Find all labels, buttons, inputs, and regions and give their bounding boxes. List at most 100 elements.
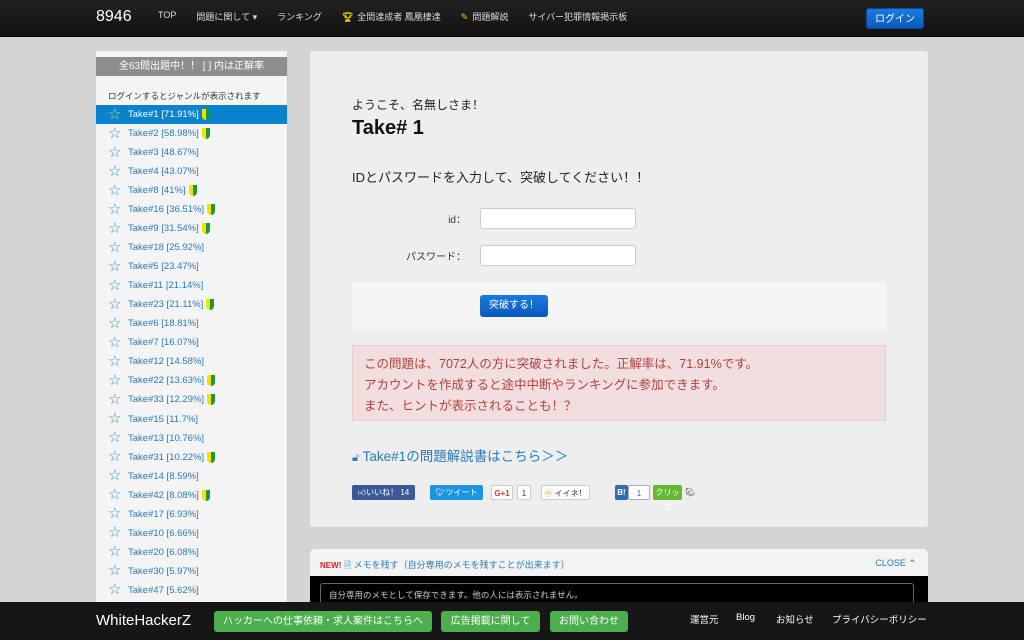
sidebar-item-take[interactable]: ☆ Take#23 [21.11%] [96,295,287,314]
sidebar-item-take[interactable]: ☆ Take#16 [36.51%] [96,200,287,219]
sidebar-item-label: Take#33 [12.29%] [128,394,205,406]
footer: WhiteHackerZ ハッカーへの仕事依頼・求人案件はこちらへ 広告掲載に関… [0,602,1024,640]
sidebar-item-take[interactable]: ☆ Take#7 [16.07%] [96,333,287,352]
star-icon[interactable]: ☆ [108,468,122,483]
footer-link-operator[interactable]: 運営元 [690,612,719,626]
sidebar-item-take[interactable]: ☆ Take#30 [5.97%] [96,562,287,581]
id-input[interactable] [480,208,636,229]
star-icon[interactable]: ☆ [108,563,122,578]
solution-link[interactable]: 🔓︎ Take#1の問題解説書はこちら＞＞ [352,445,568,465]
star-icon[interactable]: ☆ [108,373,122,388]
star-icon[interactable]: ☆ [108,544,122,559]
contact-button[interactable]: お問い合わせ [550,611,628,632]
top-navbar: 8946 TOP 問題に関して ▾ ランキング 🏆︎ 全問達成者 鳳凰棲達 ✎ 問題… [0,0,1024,37]
star-icon[interactable]: ☆ [108,411,122,426]
sidebar-item-take[interactable]: ☆ Take#42 [8.08%] [96,486,287,505]
sidebar-item-take[interactable]: ☆ Take#17 [6.93%] [96,505,287,524]
star-icon[interactable]: ☆ [108,430,122,445]
star-icon[interactable]: ☆ [108,145,122,160]
memo-icon: 🗎 [343,560,352,570]
sidebar-item-take[interactable]: ☆ Take#1 [71.91%] [96,105,287,125]
nav-solutions[interactable]: ✎ 問題解説 [461,10,509,23]
sidebar-item-take[interactable]: ☆ Take#14 [8.59%] [96,467,287,486]
star-icon[interactable]: ☆ [108,354,122,369]
sidebar-item-take[interactable]: ☆ Take#31 [10.22%] [96,448,287,467]
sidebar-item-take[interactable]: ☆ Take#9 [31.54%] [96,219,287,238]
sidebar-item-label: Take#13 [10.76%] [128,432,205,444]
star-icon[interactable]: ☆ [108,392,122,407]
tweet-button[interactable]: 🐦︎ツイート [430,485,483,500]
star-icon[interactable]: ☆ [108,202,122,217]
sidebar-item-take[interactable]: ☆ Take#12 [14.58%] [96,352,287,371]
star-icon[interactable]: ☆ [108,183,122,198]
page-title: Take# 1 [352,117,424,139]
unlock-icon: 🔓︎ [352,452,360,464]
star-icon[interactable]: ☆ [108,107,122,122]
star-icon[interactable]: ☆ [108,221,122,236]
star-icon[interactable]: ☆ [108,487,122,502]
sidebar-item-take[interactable]: ☆ Take#20 [6.08%] [96,543,287,562]
sidebar-item-label: Take#47 [5.62%] [128,584,199,596]
like-label: いいね！ [366,488,399,497]
hatena-bookmark-button[interactable]: B! [615,485,628,500]
alert-line: この問題は、7072人の方に突破されました。正解率は、71.91%です。 [364,357,758,371]
evernote-clip-button[interactable]: クリップ [653,485,682,512]
password-label: パスワード： [406,252,466,263]
star-icon[interactable]: ☆ [108,335,122,350]
footer-link-news[interactable]: お知らせ [776,612,814,626]
sidebar-item-take[interactable]: ☆ Take#2 [58.98%] [96,124,287,143]
sidebar-item-label: Take#1 [71.91%] [128,109,199,121]
memo-header[interactable]: NEW! 🗎 メモを残す（自分専用のメモを残すことが出来ます） CLOSE ⌃ [310,549,928,576]
star-icon[interactable]: ☆ [108,259,122,274]
star-icon[interactable]: ☆ [108,316,122,331]
google-plus-button[interactable]: G+1 [491,485,513,500]
star-icon[interactable]: ☆ [108,164,122,179]
sidebar-item-take[interactable]: ☆ Take#5 [23.47%] [96,257,287,276]
advertising-button[interactable]: 広告掲載に関して [441,611,540,632]
alert-line: また、ヒントが表示されることも！？ [364,399,577,413]
star-icon[interactable]: ☆ [108,278,122,293]
sidebar-item-take[interactable]: ☆ Take#11 [21.14%] [96,276,287,295]
solution-link-label: Take#1の問題解説書はこちら＞＞ [362,449,569,464]
star-icon[interactable]: ☆ [108,297,122,312]
star-icon[interactable]: ☆ [108,126,122,141]
nav-about[interactable]: 問題に関して ▾ [196,10,257,23]
sidebar-item-take[interactable]: ☆ Take#6 [18.81%] [96,314,287,333]
sidebar-item-take[interactable]: ☆ Take#18 [25.92%] [96,238,287,257]
submit-button[interactable]: 突破する！ [480,295,548,317]
sidebar-item-take[interactable]: ☆ Take#10 [6.66%] [96,524,287,543]
footer-link-privacy[interactable]: プライバシーポリシー [832,612,927,626]
sidebar-item-take[interactable]: ☆ Take#13 [10.76%] [96,429,287,448]
sidebar-item-take[interactable]: ☆ Take#15 [11.7%] [96,410,287,429]
star-icon[interactable]: ☆ [108,240,122,255]
password-input[interactable] [480,245,636,266]
sidebar-item-label: Take#31 [10.22%] [128,451,205,463]
sidebar-item-take[interactable]: ☆ Take#47 [5.62%] [96,581,287,600]
star-icon[interactable]: ☆ [108,506,122,521]
sidebar-item-take[interactable]: ☆ Take#22 [13.63%] [96,371,287,390]
beginner-badge-icon [201,223,210,235]
beginner-badge-icon [201,109,210,121]
sidebar-item-take[interactable]: ☆ Take#33 [12.29%] [96,390,287,409]
footer-link-blog[interactable]: Blog [736,612,755,623]
sidebar-item-take[interactable]: ☆ Take#4 [43.07%] [96,162,287,181]
sidebar-item-label: Take#11 [21.14%] [128,280,204,292]
star-icon[interactable]: ☆ [108,582,122,597]
sidebar-item-take[interactable]: ☆ Take#3 [48.67%] [96,143,287,162]
memo-close-button[interactable]: CLOSE ⌃ [875,558,916,569]
nav-completers[interactable]: 🏆︎ 全問達成者 鳳凰棲達 [342,10,441,23]
nav-solutions-label: 問題解説 [472,12,509,22]
star-icon[interactable]: ☆ [108,449,122,464]
nav-top[interactable]: TOP [158,10,176,23]
facebook-like-button[interactable]: 👍︎いいね！ 14 [352,485,415,500]
mixi-check-button[interactable]: ⓜ イイネ！ [541,485,590,500]
nav-ranking[interactable]: ランキング [277,10,322,23]
site-logo[interactable]: 8946 [96,8,132,26]
footer-brand[interactable]: WhiteHackerZ [96,612,191,629]
nav-board[interactable]: サイバー犯罪情報掲示板 [528,10,627,23]
job-request-button[interactable]: ハッカーへの仕事依頼・求人案件はこちらへ [214,611,432,632]
sidebar-item-label: Take#16 [36.51%] [128,204,205,216]
star-icon[interactable]: ☆ [108,525,122,540]
login-button[interactable]: ログイン [866,8,924,29]
sidebar-item-take[interactable]: ☆ Take#8 [41%] [96,181,287,200]
